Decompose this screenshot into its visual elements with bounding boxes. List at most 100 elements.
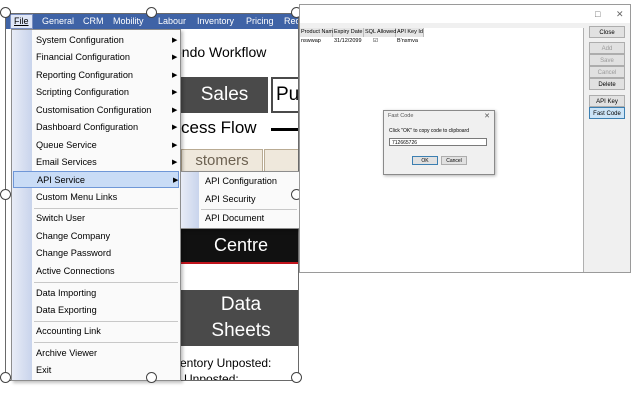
data-sheets-tile[interactable]: Data Sheets (181, 290, 298, 346)
add-button[interactable]: Add (589, 42, 625, 54)
menu-item-label: Data Importing (36, 288, 97, 298)
menu-item-financial-configuration[interactable]: Financial Configuration ▶ (36, 49, 177, 66)
menu-item-change-password[interactable]: Change Password (36, 245, 111, 262)
sales-label: Sales (200, 84, 249, 105)
menu-item-data-exporting[interactable]: Data Exporting (36, 302, 97, 319)
menu-item-switch-user[interactable]: Switch User (36, 210, 85, 227)
delete-button[interactable]: Delete (589, 78, 625, 90)
submenu-item-api-configuration[interactable]: API Configuration (205, 173, 277, 190)
submenu-arrow-icon: ▶ (172, 124, 178, 131)
menu-item-label: Switch User (36, 213, 86, 223)
table-cell[interactable]: B'nsmva (396, 37, 424, 45)
menu-item-email-services[interactable]: Email Services ▶ (36, 154, 177, 171)
menu-item-active-connections[interactable]: Active Connections (36, 263, 115, 280)
close-icon[interactable]: ✕ (616, 9, 624, 20)
menu-separator (34, 282, 178, 283)
menu-item-archive-viewer[interactable]: Archive Viewer (36, 345, 97, 362)
customers-tile[interactable]: stomers (181, 149, 263, 173)
api-key-button[interactable]: API Key (589, 95, 625, 107)
menu-item-label: Reporting Configuration (36, 70, 134, 80)
submenu-arrow-icon: ▶ (173, 177, 179, 184)
cancel-button[interactable]: Cancel (441, 156, 467, 165)
menu-gutter (12, 30, 32, 380)
menu-item-scripting-configuration[interactable]: Scripting Configuration ▶ (36, 84, 177, 101)
menu-item-label: Financial Configuration (36, 52, 130, 62)
menu-item-queue-service[interactable]: Queue Service ▶ (36, 137, 177, 154)
centre-label: Centre (213, 235, 269, 255)
maximize-icon[interactable]: □ (595, 9, 600, 19)
centre-tile[interactable]: Centre (181, 229, 298, 262)
column-header[interactable]: Expiry Date (333, 28, 364, 37)
column-header[interactable]: Product Name (300, 28, 336, 37)
menu-item-data-importing[interactable]: Data Importing (36, 285, 96, 302)
submenu-arrow-icon: ▶ (172, 142, 178, 149)
resize-handle[interactable] (0, 189, 11, 200)
checkbox-icon[interactable]: ☑ (372, 37, 396, 45)
dialog-message: Click "OK" to copy code to clipboard (389, 128, 469, 134)
file-menu: System Configuration ▶ Financial Configur… (11, 29, 181, 381)
menu-item-label: Queue Service (36, 140, 97, 150)
menu-item-dashboard-configuration[interactable]: Dashboard Configuration ▶ (36, 119, 177, 136)
menu-mobility[interactable]: Mobility (113, 16, 144, 26)
submenu-item-api-document[interactable]: API Document (205, 210, 264, 227)
menu-labour[interactable]: Labour (158, 16, 186, 26)
menu-file[interactable]: File (10, 14, 33, 29)
menu-item-exit[interactable]: Exit (36, 362, 51, 379)
h-unposted-label: h Unposted: (174, 372, 239, 381)
sheets-label: Sheets (211, 320, 271, 341)
menu-item-label: Data Exporting (36, 305, 97, 315)
ok-button[interactable]: OK (412, 156, 438, 165)
submenu-item-api-security[interactable]: API Security (205, 191, 256, 208)
purchasing-tile[interactable]: Pur (271, 77, 298, 113)
menu-item-system-configuration[interactable]: System Configuration ▶ (36, 32, 177, 49)
menu-item-customisation-configuration[interactable]: Customisation Configuration ▶ (36, 102, 177, 119)
menu-item-change-company[interactable]: Change Company (36, 228, 110, 245)
resize-handle[interactable] (0, 7, 11, 18)
api-service-submenu: API Configuration API Security API Docum… (180, 171, 300, 229)
submenu-arrow-icon: ▶ (172, 72, 178, 79)
menu-item-label: Change Company (36, 231, 111, 241)
resize-handle[interactable] (146, 7, 157, 18)
next-tile[interactable] (264, 149, 298, 173)
column-header[interactable]: SQL Allowed (364, 28, 396, 37)
menu-general[interactable]: General (42, 16, 74, 26)
menu-item-label: System Configuration (36, 35, 124, 45)
menu-item-label: Email Services (36, 157, 97, 167)
menu-item-accounting-link[interactable]: Accounting Link (36, 323, 101, 340)
menu-item-reporting-configuration[interactable]: Reporting Configuration ▶ (36, 67, 177, 84)
centre-accent-line (181, 262, 298, 264)
resize-handle[interactable] (146, 372, 157, 383)
menu-item-label: API Service (37, 175, 85, 185)
menu-item-label: Archive Viewer (36, 348, 98, 358)
close-icon[interactable]: ✕ (484, 112, 490, 120)
close-button[interactable]: Close (589, 26, 625, 38)
menu-item-label: Scripting Configuration (36, 87, 129, 97)
submenu-arrow-icon: ▶ (172, 54, 178, 61)
menu-item-label: Dashboard Configuration (36, 122, 139, 132)
fast-code-button[interactable]: Fast Code (589, 107, 625, 119)
menu-item-label: Custom Menu Links (36, 192, 118, 202)
fast-code-dialog: Fast Code ✕ Click "OK" to copy code to c… (383, 110, 495, 175)
menu-inventory[interactable]: Inventory (197, 16, 234, 26)
menu-crm[interactable]: CRM (83, 16, 104, 26)
menu-item-api-service[interactable]: API Service ▶ (13, 171, 179, 188)
table-cell[interactable]: 31/12/2099 (333, 37, 364, 45)
process-flow-title: cess Flow (181, 118, 257, 137)
submenu-arrow-icon: ▶ (172, 37, 178, 44)
submenu-arrow-icon: ▶ (172, 89, 178, 96)
table-cell[interactable]: nswwap (300, 37, 333, 45)
column-header[interactable]: API Key Id (396, 28, 424, 37)
customers-label: stomers (195, 152, 249, 169)
fast-code-field[interactable]: 712665726 (389, 138, 487, 146)
inventory-unposted-label: ventory Unposted: (174, 356, 272, 370)
menu-item-custom-menu-links[interactable]: Custom Menu Links (36, 189, 117, 206)
menu-pricing[interactable]: Pricing (246, 16, 274, 26)
menu-item-label: Accounting Link (36, 326, 101, 336)
workflow-title: endo Workflow (174, 44, 267, 60)
cancel-button[interactable]: Cancel (589, 66, 625, 78)
menu-item-label: Customisation Configuration (36, 105, 152, 115)
sales-tile[interactable]: Sales (181, 77, 268, 113)
resize-handle[interactable] (291, 372, 302, 383)
save-button[interactable]: Save (589, 54, 625, 66)
resize-handle[interactable] (0, 372, 11, 383)
